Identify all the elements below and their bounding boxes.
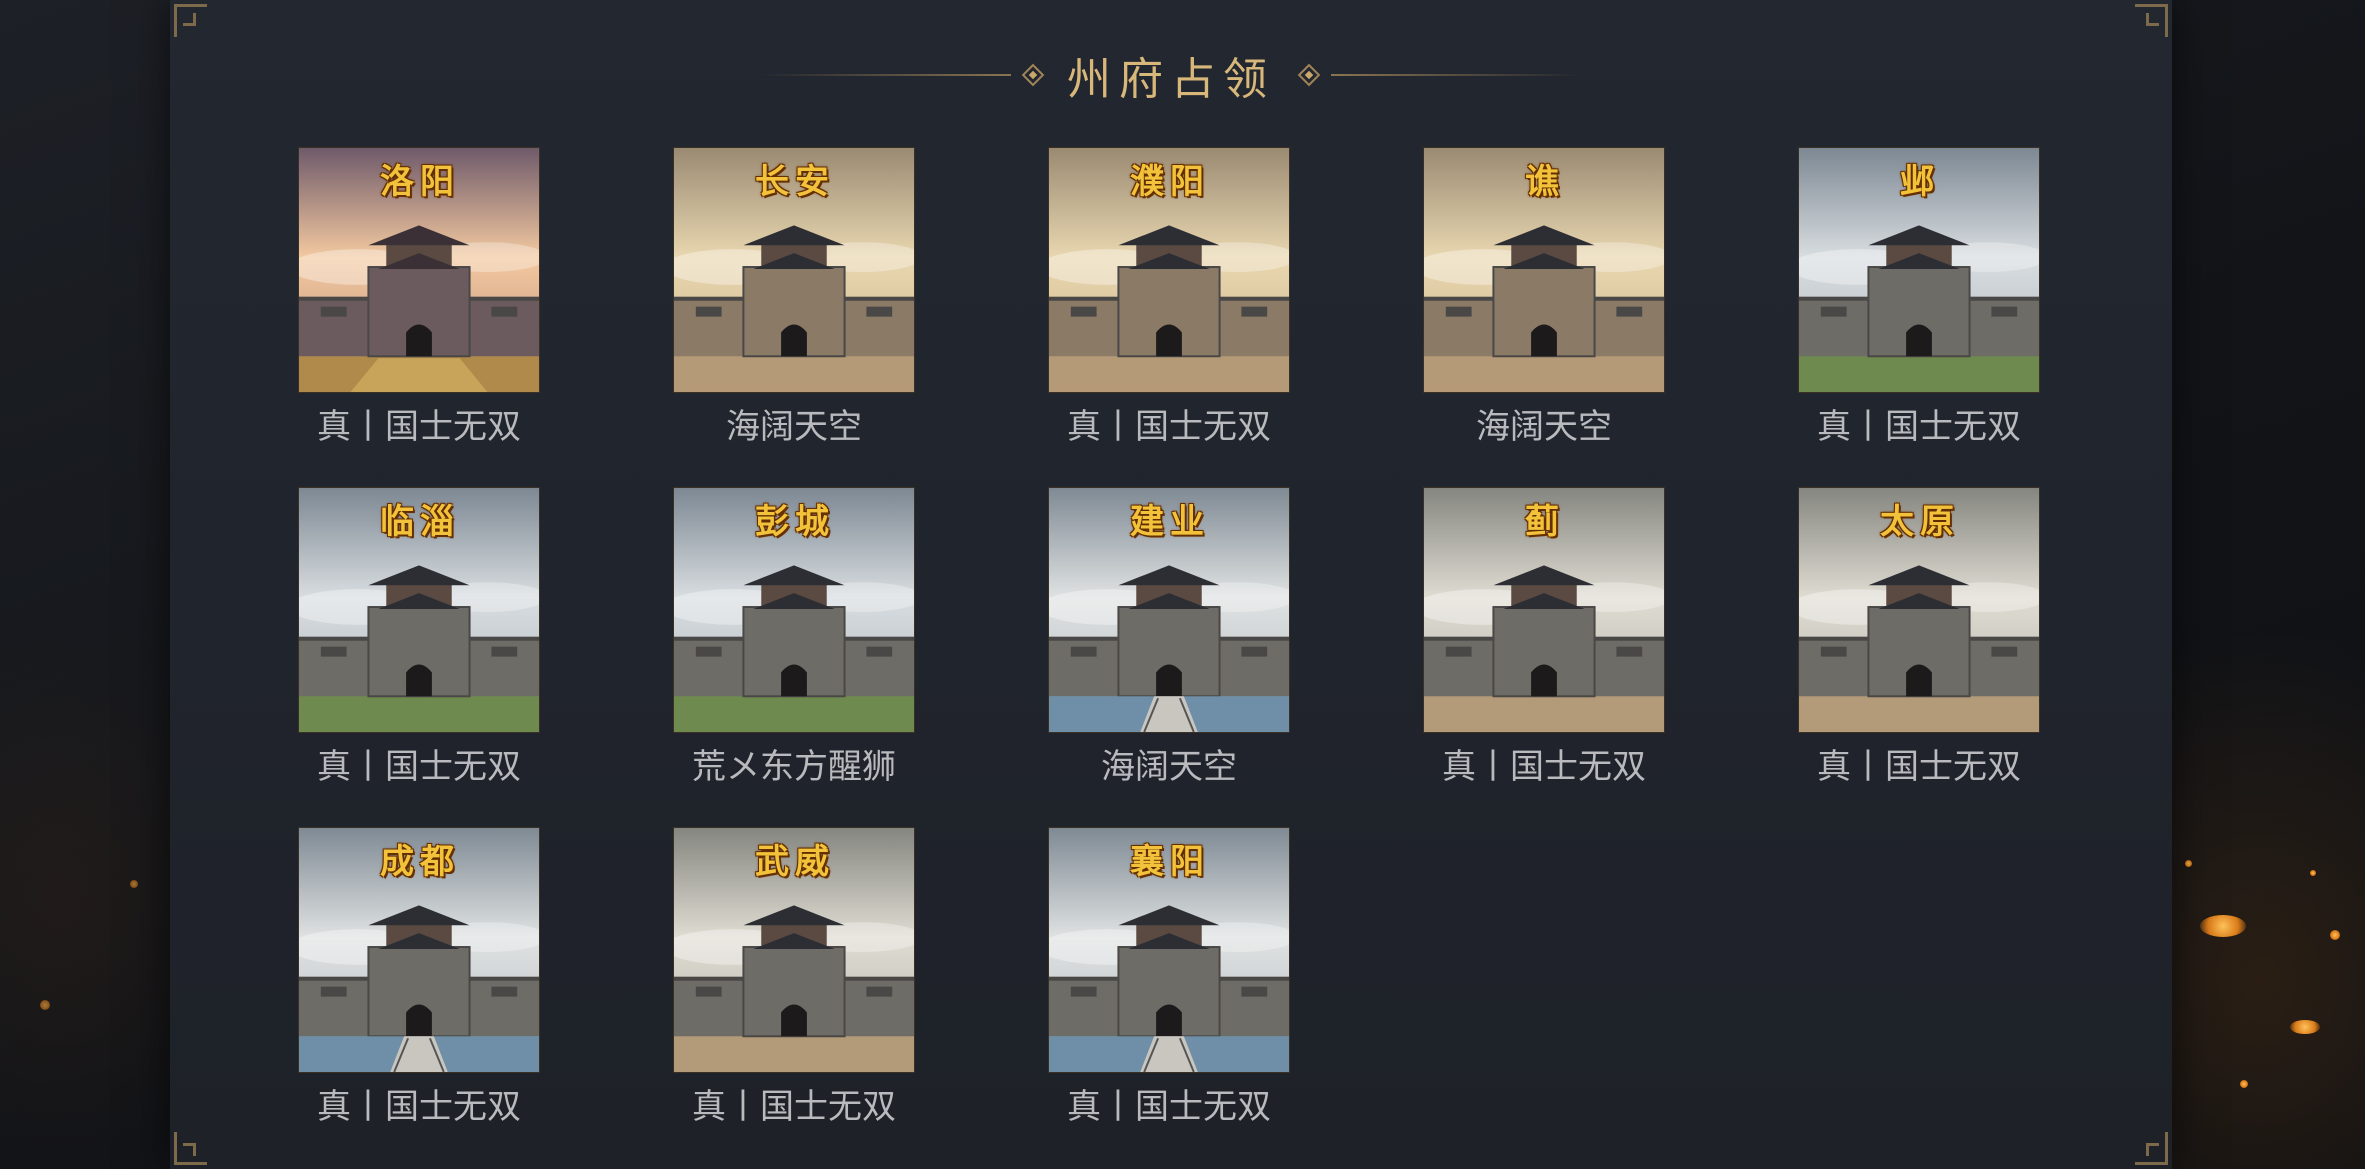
city-card[interactable]: 襄阳 真丨国士无双 [1048,827,1290,1167]
diamond-ornament-icon [1297,63,1321,87]
city-image[interactable]: 彭城 [673,487,915,733]
city-image[interactable]: 蓟 [1423,487,1665,733]
city-owner: 海阔天空 [1101,747,1237,787]
city-card[interactable]: 彭城 荒メ东方醒狮 [673,487,915,827]
title-bar: 州府占领 [170,40,2172,110]
city-card[interactable]: 蓟真丨国士无双 [1423,487,1665,827]
ember-particle [2185,860,2192,867]
ember-particle [2290,1020,2320,1034]
city-card[interactable]: 太原 真丨国士无双 [1798,487,2040,827]
city-card[interactable]: 建业 海阔天空 [1048,487,1290,827]
city-owner: 真丨国士无双 [1817,747,2021,787]
city-card[interactable]: 洛阳 真丨国士无双 [298,147,540,487]
ember-particle [2310,870,2316,876]
city-name: 武威 [755,842,835,882]
city-owner: 真丨国士无双 [317,747,521,787]
city-name: 临淄 [380,502,460,542]
occupation-panel: 州府占领 洛阳 真丨国士无双 长安 海阔天空 濮阳 真丨国士无双谯海阔天空邺真丨国士无双临… [170,0,2172,1169]
city-image[interactable]: 太原 [1798,487,2040,733]
city-card[interactable]: 邺真丨国士无双 [1798,147,2040,487]
city-image[interactable]: 谯 [1423,147,1665,393]
city-name: 邺 [1900,162,1940,202]
city-card[interactable]: 长安 海阔天空 [673,147,915,487]
ember-particle [2240,1080,2248,1088]
city-owner: 真丨国士无双 [317,1087,521,1127]
city-image[interactable]: 濮阳 [1048,147,1290,393]
city-owner: 荒メ东方醒狮 [692,747,896,787]
title-divider [1331,74,1581,76]
city-owner: 真丨国士无双 [1067,1087,1271,1127]
city-owner: 真丨国士无双 [1067,407,1271,447]
ember-particle [2330,930,2340,940]
city-image[interactable]: 邺 [1798,147,2040,393]
ember-particle [2200,915,2246,937]
city-owner: 海阔天空 [726,407,862,447]
city-name: 太原 [1880,502,1960,542]
city-image[interactable]: 建业 [1048,487,1290,733]
city-image[interactable]: 襄阳 [1048,827,1290,1073]
city-card[interactable]: 濮阳 真丨国士无双 [1048,147,1290,487]
city-owner: 真丨国士无双 [1817,407,2021,447]
city-name: 成都 [380,842,460,882]
city-name: 长安 [755,162,835,202]
city-name: 谯 [1525,162,1565,202]
panel-title: 州府占领 [1067,54,1275,105]
city-image[interactable]: 洛阳 [298,147,540,393]
city-name: 襄阳 [1130,842,1210,882]
city-image[interactable]: 武威 [673,827,915,1073]
corner-ornament [2135,1132,2168,1165]
city-image[interactable]: 成都 [298,827,540,1073]
city-card[interactable]: 临淄 真丨国士无双 [298,487,540,827]
city-name: 濮阳 [1130,162,1210,202]
corner-ornament [174,1132,207,1165]
city-image[interactable]: 临淄 [298,487,540,733]
city-card[interactable]: 成都 真丨国士无双 [298,827,540,1167]
corner-ornament [174,4,207,37]
city-owner: 真丨国士无双 [1442,747,1646,787]
city-card[interactable]: 武威 真丨国士无双 [673,827,915,1167]
city-card[interactable]: 谯海阔天空 [1423,147,1665,487]
corner-ornament [2135,4,2168,37]
city-grid: 洛阳 真丨国士无双 长安 海阔天空 濮阳 真丨国士无双谯海阔天空邺真丨国士无双 临淄 真丨国士… [298,147,2040,1167]
city-owner: 真丨国士无双 [317,407,521,447]
title-divider [761,74,1011,76]
city-owner: 真丨国士无双 [692,1087,896,1127]
city-name: 洛阳 [380,162,460,202]
ember-particle [40,1000,50,1010]
city-image[interactable]: 长安 [673,147,915,393]
diamond-ornament-icon [1021,63,1045,87]
city-name: 蓟 [1525,502,1565,542]
city-name: 建业 [1130,502,1210,542]
ember-particle [130,880,138,888]
city-owner: 海阔天空 [1476,407,1612,447]
city-name: 彭城 [755,502,835,542]
